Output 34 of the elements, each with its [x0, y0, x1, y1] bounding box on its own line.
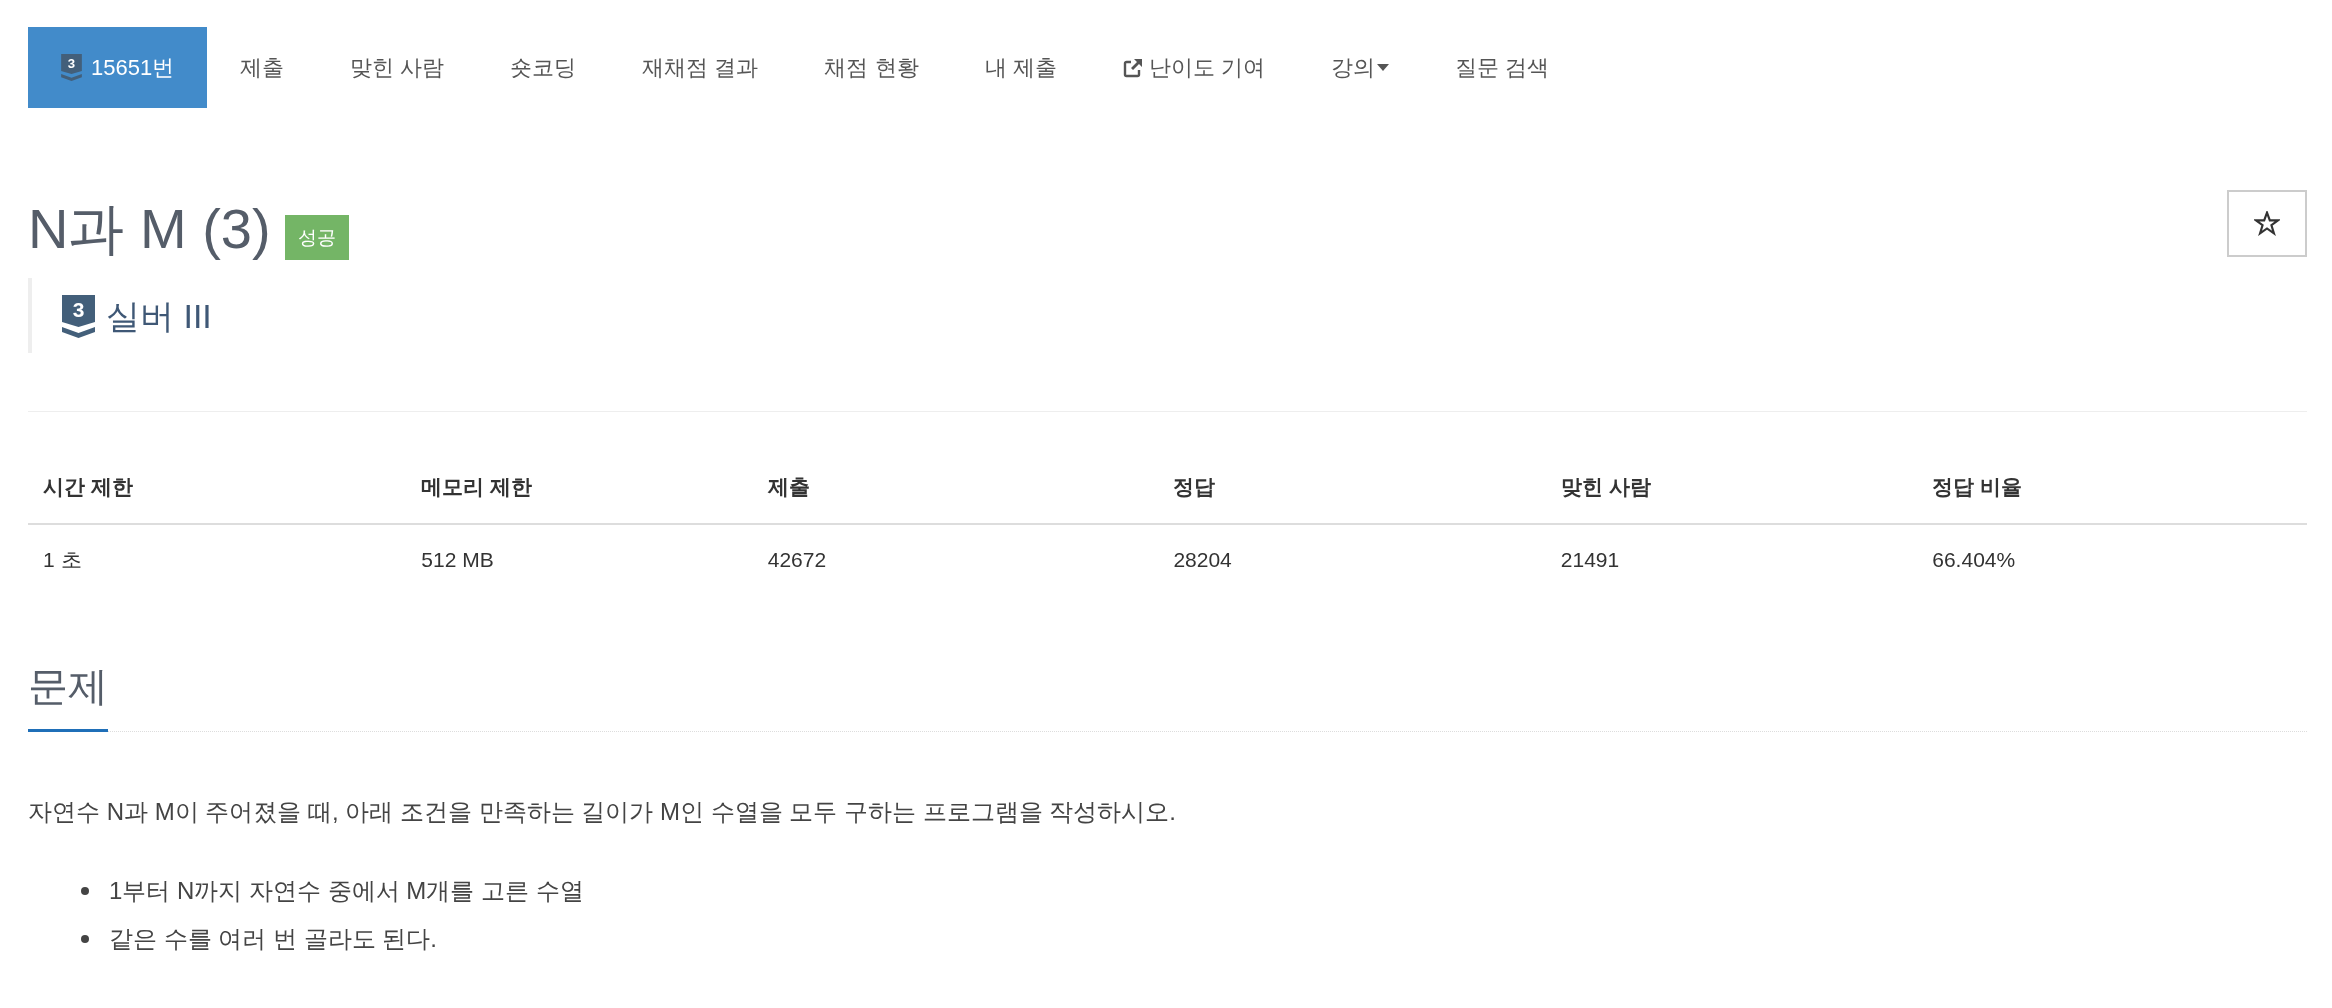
table-cell: 28204 [1158, 524, 1546, 595]
condition-text: 1부터 N까지 자연수 중에서 M개를 고른 수열 [109, 876, 584, 906]
nav-tab[interactable]: 난이도 기여 [1089, 27, 1298, 108]
column-header: 메모리 제한 [406, 450, 753, 524]
column-header: 맞힌 사람 [1545, 450, 1918, 524]
table-cell: 66.404% [1917, 524, 2307, 595]
table-cell: 1 초 [28, 524, 407, 595]
result-badge: 성공 [284, 214, 349, 260]
table-cell: 21491 [1545, 524, 1918, 595]
nav-tab[interactable]: 강의 [1297, 27, 1422, 108]
section-heading: 문제 [28, 662, 108, 732]
bullet-icon [81, 887, 89, 895]
nav-tab[interactable]: 숏코딩 [477, 27, 610, 108]
problem-title: N과 M (3) [28, 198, 271, 260]
problem-description: 자연수 N과 M이 주어졌을 때, 아래 조건을 만족하는 길이가 M인 수열을 모두 구하는 프로그램을 작성하시오. [28, 797, 1177, 827]
nav-tab[interactable]: 제출 [207, 27, 318, 108]
favorite-button[interactable] [2227, 190, 2307, 257]
external-link-icon [1122, 57, 1143, 78]
bullet-icon [81, 935, 89, 943]
nav-tab[interactable]: 맞힌 사람 [317, 27, 478, 108]
column-header: 제출 [752, 450, 1159, 524]
nav-tab[interactable]: 내 제출 [951, 27, 1090, 108]
nav-tab[interactable]: 재채점 결과 [609, 27, 792, 108]
nav-tab[interactable]: 질문 검색 [1421, 27, 1582, 108]
table-cell: 42672 [752, 524, 1159, 595]
column-header: 시간 제한 [28, 450, 407, 524]
tier-link[interactable]: 3 실버 III [62, 295, 212, 338]
caret-icon [1376, 64, 1389, 71]
column-header: 정답 비율 [1917, 450, 2307, 524]
column-header: 정답 [1158, 450, 1546, 524]
condition-text: 같은 수를 여러 번 골라도 된다. [109, 924, 437, 954]
nav-tab[interactable]: 채점 현황 [791, 27, 952, 108]
nav-tab[interactable]: 3 15651번 [28, 27, 208, 108]
table-cell: 512 MB [406, 524, 753, 595]
